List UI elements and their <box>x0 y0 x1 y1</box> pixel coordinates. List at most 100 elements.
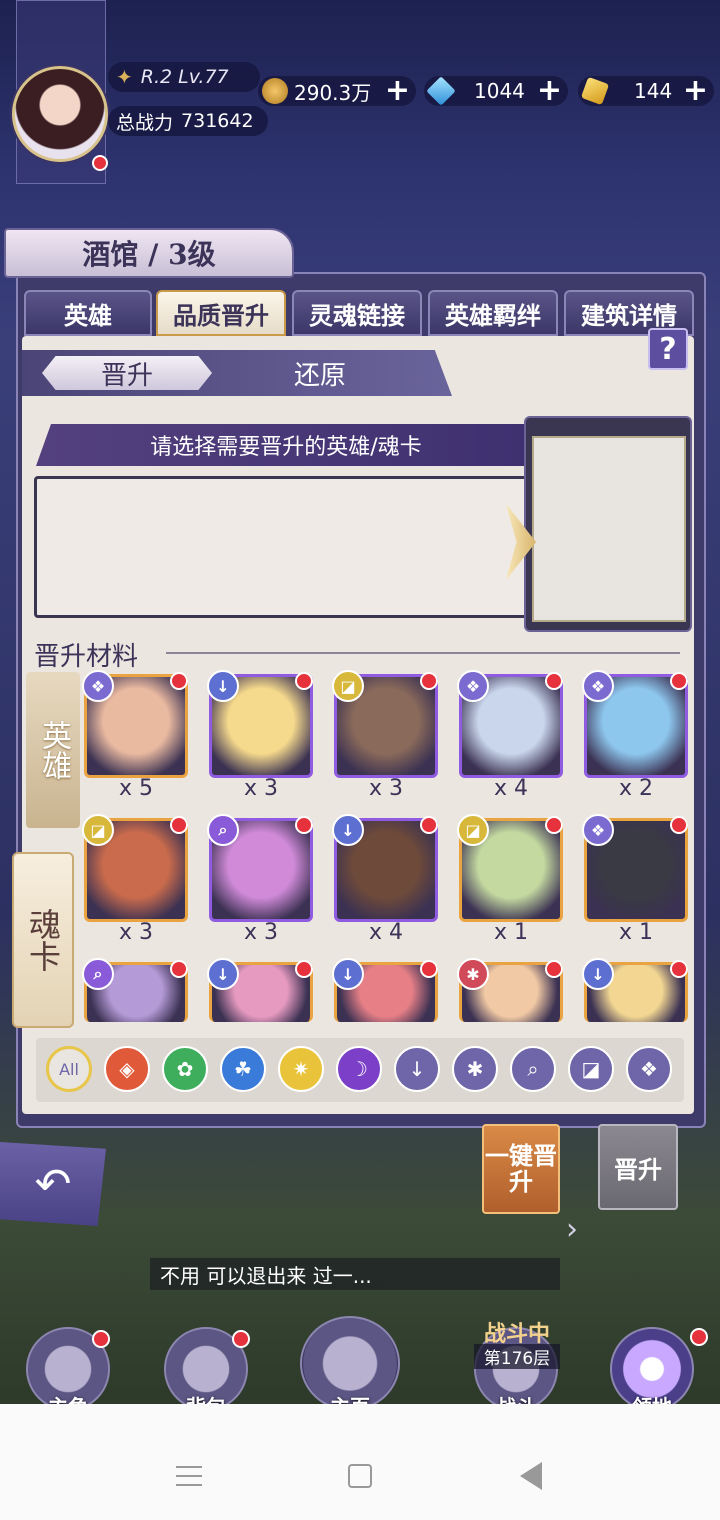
materials-title: 晋升材料 <box>34 642 139 672</box>
gem-counter: 1044 + <box>424 76 568 106</box>
dagger-class-icon: ↓ <box>207 958 239 990</box>
back-icon[interactable]: ↶ <box>0 1142 106 1226</box>
mask-class-icon[interactable]: ◪ <box>568 1046 614 1092</box>
notification-dot <box>670 816 688 834</box>
notification-dot <box>545 816 563 834</box>
dagger-class-icon: ↓ <box>207 670 239 702</box>
wing-class-icon: ❖ <box>582 670 614 702</box>
power-value: 731642 <box>181 110 254 132</box>
help-button[interactable]: ? <box>648 328 688 370</box>
add-gold-button[interactable]: + <box>385 76 410 106</box>
subtab-ascend[interactable]: 晋升 <box>42 356 212 390</box>
power-label: 总战力 <box>116 111 174 134</box>
mask-class-icon: ◪ <box>457 814 489 846</box>
notification-dot <box>545 672 563 690</box>
side-tab-hero[interactable]: 英雄 <box>26 672 80 828</box>
subtab-restore[interactable]: 还原 <box>240 356 400 391</box>
nature-element-icon[interactable]: ✿ <box>162 1046 208 1092</box>
hero-quantity: x 4 <box>493 776 528 801</box>
tab-hero-bond[interactable]: 英雄羁绊 <box>428 290 558 336</box>
gold-crystal-icon <box>580 76 610 106</box>
all-icon[interactable]: All <box>46 1046 92 1092</box>
mask-class-icon: ◪ <box>332 670 364 702</box>
gold-counter: 290.3万 + <box>258 76 416 106</box>
notification-dot <box>170 816 188 834</box>
ascend-button[interactable]: 晋升 <box>598 1124 678 1210</box>
gold-amount: 290.3万 <box>294 80 372 105</box>
hero-quantity: x 5 <box>118 776 153 801</box>
notification-dot <box>170 672 188 690</box>
building-title: 酒馆 / 3级 <box>4 228 294 278</box>
select-prompt: 请选择需要晋升的英雄/魂卡 <box>36 424 536 466</box>
notification-dot <box>232 1330 250 1348</box>
rank-emblem-icon: ✦ <box>116 65 133 89</box>
home-icon[interactable] <box>348 1464 372 1488</box>
notification-dot <box>670 672 688 690</box>
notification-dot <box>92 1330 110 1348</box>
rank-text: R.2 Lv.77 <box>140 66 229 88</box>
notification-dot <box>170 960 188 978</box>
chevron-right-icon[interactable]: › <box>566 1212 602 1248</box>
notification-dot <box>420 960 438 978</box>
mask-class-icon: ◪ <box>82 814 114 846</box>
search-class-icon[interactable]: ⌕ <box>510 1046 556 1092</box>
notification-dot <box>295 960 313 978</box>
dagger-class-icon: ↓ <box>332 958 364 990</box>
wing-class-icon[interactable]: ❖ <box>626 1046 672 1092</box>
hero-quantity: x 3 <box>243 920 278 945</box>
dark-element-icon[interactable]: ☽ <box>336 1046 382 1092</box>
dagger-class-icon: ↓ <box>582 958 614 990</box>
diamond-icon <box>426 76 456 106</box>
hero-quantity: x 3 <box>368 776 403 801</box>
gem-amount: 1044 <box>474 79 525 103</box>
notification-dot <box>690 1328 708 1346</box>
notification-dot <box>545 960 563 978</box>
search-class-icon: ⌕ <box>207 814 239 846</box>
battle-floor: 第176层 <box>474 1344 560 1369</box>
ticket-amount: 144 <box>634 79 673 103</box>
water-element-icon[interactable]: ☘ <box>220 1046 266 1092</box>
hero-quantity: x 3 <box>118 920 153 945</box>
shuriken-class-icon: ✱ <box>457 958 489 990</box>
bottom-nav: 主角 背包 主页 战斗 领地 <box>0 1316 720 1419</box>
hero-quantity: x 4 <box>368 920 403 945</box>
back-nav-icon[interactable] <box>520 1462 542 1490</box>
ticket-counter: 144 + <box>578 76 714 106</box>
result-slot <box>532 436 686 622</box>
chat-message[interactable]: 不用 可以退出来 过一... <box>150 1258 560 1290</box>
hero-quantity: x 3 <box>243 776 278 801</box>
notification-dot <box>420 816 438 834</box>
light-element-icon[interactable]: ✷ <box>278 1046 324 1092</box>
add-tickets-button[interactable]: + <box>683 76 708 106</box>
dagger-class-icon: ↓ <box>332 814 364 846</box>
notification-dot <box>92 155 108 171</box>
add-gems-button[interactable]: + <box>537 76 562 106</box>
divider <box>166 652 680 654</box>
hero-quantity: x 1 <box>618 920 653 945</box>
player-rank: ✦ R.2 Lv.77 <box>108 62 260 92</box>
hero-quantity: x 2 <box>618 776 653 801</box>
notification-dot <box>670 960 688 978</box>
search-class-icon: ⌕ <box>82 958 114 990</box>
menu-icon[interactable] <box>176 1466 202 1486</box>
notification-dot <box>295 816 313 834</box>
tab-heroes[interactable]: 英雄 <box>24 290 152 336</box>
system-nav-bar <box>0 1404 720 1520</box>
hero-selection-slot[interactable] <box>34 476 534 618</box>
quick-ascend-button[interactable]: 一键晋升 <box>482 1124 560 1214</box>
wing-class-icon: ❖ <box>82 670 114 702</box>
side-tab-soul-card[interactable]: 魂卡 <box>12 852 74 1028</box>
tab-soul-link[interactable]: 灵魂链接 <box>292 290 422 336</box>
hero-quantity: x 1 <box>493 920 528 945</box>
dagger-class-icon[interactable]: ↓ <box>394 1046 440 1092</box>
wing-class-icon: ❖ <box>582 814 614 846</box>
player-avatar[interactable] <box>12 66 108 162</box>
notification-dot <box>420 672 438 690</box>
wing-class-icon: ❖ <box>457 670 489 702</box>
tab-quality-ascend[interactable]: 品质晋升 <box>156 290 286 336</box>
notification-dot <box>295 672 313 690</box>
gold-coin-icon <box>262 78 288 104</box>
shuriken-class-icon[interactable]: ✱ <box>452 1046 498 1092</box>
total-power: 总战力 731642 <box>108 106 268 136</box>
fire-element-icon[interactable]: ◈ <box>104 1046 150 1092</box>
